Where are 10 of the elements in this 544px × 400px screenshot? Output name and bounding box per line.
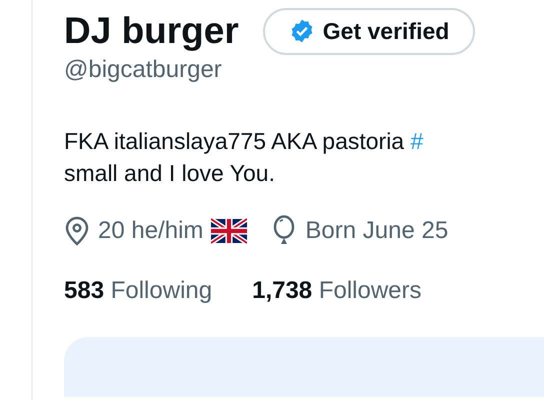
follow-count-link[interactable]: 1,738 Followers <box>252 272 422 308</box>
birthday-text: Born June 25 <box>305 216 448 246</box>
location-pin-icon <box>64 216 90 246</box>
profile-handle: @bigcatburger <box>64 54 223 84</box>
profile-bio: FKA italianslaya775 AKA pastoria # small and I love You. <box>64 126 424 188</box>
get-verified-button[interactable]: Get verified <box>262 8 476 54</box>
verified-badge-icon <box>288 18 315 44</box>
follow-count-link[interactable]: 583 Following <box>64 272 212 308</box>
profile-name: DJ burger <box>64 11 239 52</box>
location-text: 20 he/him <box>98 216 204 246</box>
